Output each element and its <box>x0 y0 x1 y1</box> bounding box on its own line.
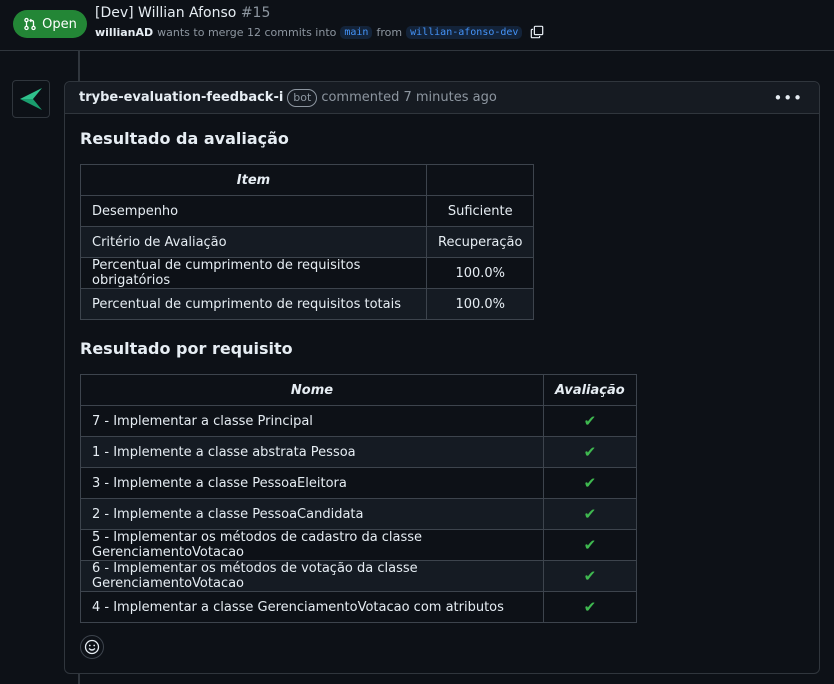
requirement-name: 4 - Implementar a classe GerenciamentoVo… <box>80 591 544 623</box>
table-cell: Percentual de cumprimento de requisitos … <box>80 288 427 320</box>
add-reaction-button[interactable] <box>80 635 104 659</box>
requirement-name: 7 - Implementar a classe Principal <box>80 405 544 437</box>
requirements-table: Nome Avaliação 7 - Implementar a classe … <box>80 374 637 623</box>
requirement-name: 3 - Implemente a classe PessoaEleitora <box>80 467 544 499</box>
kebab-horizontal-icon[interactable]: ••• <box>773 89 803 107</box>
table-row: 6 - Implementar os métodos de votação da… <box>80 560 637 592</box>
table-header-row: Nome Avaliação <box>80 374 637 406</box>
table-cell: 100.0% <box>425 257 535 289</box>
table-cell: Critério de Avaliação <box>80 226 427 258</box>
table-row: 2 - Implemente a classe PessoaCandidata … <box>80 498 637 530</box>
check-mark-icon: ✔ <box>543 529 637 561</box>
table-cell: Percentual de cumprimento de requisitos … <box>80 257 427 289</box>
pr-subtitle: willianAD wants to merge 12 commits into… <box>95 25 544 39</box>
check-mark-icon: ✔ <box>543 436 637 468</box>
table-row: Desempenho Suficiente <box>80 195 535 227</box>
bot-badge: bot <box>287 88 318 107</box>
check-mark-icon: ✔ <box>543 560 637 592</box>
table-cell: Suficiente <box>425 195 535 227</box>
table-row: 1 - Implemente a classe abstrata Pessoa … <box>80 436 637 468</box>
pr-header: Open [Dev] Willian Afonso #15 willianAD … <box>0 0 834 50</box>
pr-merge-text: wants to merge 12 commits into <box>157 25 337 39</box>
table-row: Critério de Avaliação Recuperação <box>80 226 535 258</box>
comment-header: trybe-evaluation-feedback-i bot commente… <box>65 82 819 114</box>
column-header-nome: Nome <box>80 374 544 406</box>
pr-state-badge: Open <box>13 10 87 38</box>
pr-title-text: [Dev] Willian Afonso <box>95 5 237 21</box>
head-branch-link[interactable]: willian-afonso-dev <box>406 25 523 39</box>
avatar[interactable] <box>12 80 50 118</box>
table-row: 7 - Implementar a classe Principal ✔ <box>80 405 637 437</box>
table-header-row: Item <box>80 164 535 196</box>
requirement-name: 5 - Implementar os métodos de cadastro d… <box>80 529 544 561</box>
trybe-logo-icon <box>20 88 42 110</box>
column-header-empty <box>425 164 535 196</box>
column-header-item: Item <box>80 164 427 196</box>
pr-number: #15 <box>240 5 271 21</box>
comment-timestamp[interactable]: commented 7 minutes ago <box>321 90 496 105</box>
check-mark-icon: ✔ <box>543 405 637 437</box>
section-title-resultado-requisito: Resultado por requisito <box>80 339 293 358</box>
table-cell: Recuperação <box>425 226 535 258</box>
table-row: Percentual de cumprimento de requisitos … <box>80 288 535 320</box>
check-mark-icon: ✔ <box>543 591 637 623</box>
base-branch-link[interactable]: main <box>340 25 373 39</box>
comment-author-link[interactable]: trybe-evaluation-feedback-i <box>79 90 283 105</box>
check-mark-icon: ✔ <box>543 467 637 499</box>
column-header-avaliacao: Avaliação <box>543 374 637 406</box>
pr-title: [Dev] Willian Afonso #15 <box>95 5 270 21</box>
table-cell: 100.0% <box>425 288 535 320</box>
smiley-icon <box>84 639 100 655</box>
requirement-name: 6 - Implementar os métodos de votação da… <box>80 560 544 592</box>
copy-icon[interactable] <box>530 25 544 39</box>
comment-box: trybe-evaluation-feedback-i bot commente… <box>64 81 820 674</box>
table-row: 5 - Implementar os métodos de cadastro d… <box>80 529 637 561</box>
pr-from-text: from <box>376 25 403 39</box>
check-mark-icon: ✔ <box>543 498 637 530</box>
requirement-name: 1 - Implemente a classe abstrata Pessoa <box>80 436 544 468</box>
pr-author-link[interactable]: willianAD <box>95 26 153 39</box>
table-row: 3 - Implemente a classe PessoaEleitora ✔ <box>80 467 637 499</box>
table-cell: Desempenho <box>80 195 427 227</box>
git-pull-request-icon <box>24 17 36 31</box>
table-row: Percentual de cumprimento de requisitos … <box>80 257 535 289</box>
section-title-resultado-avaliacao: Resultado da avaliação <box>80 129 289 148</box>
table-row: 4 - Implementar a classe GerenciamentoVo… <box>80 591 637 623</box>
pr-state-label: Open <box>42 16 77 32</box>
requirement-name: 2 - Implemente a classe PessoaCandidata <box>80 498 544 530</box>
evaluation-table: Item Desempenho Suficiente Critério de A… <box>80 164 535 320</box>
header-divider <box>0 50 834 51</box>
